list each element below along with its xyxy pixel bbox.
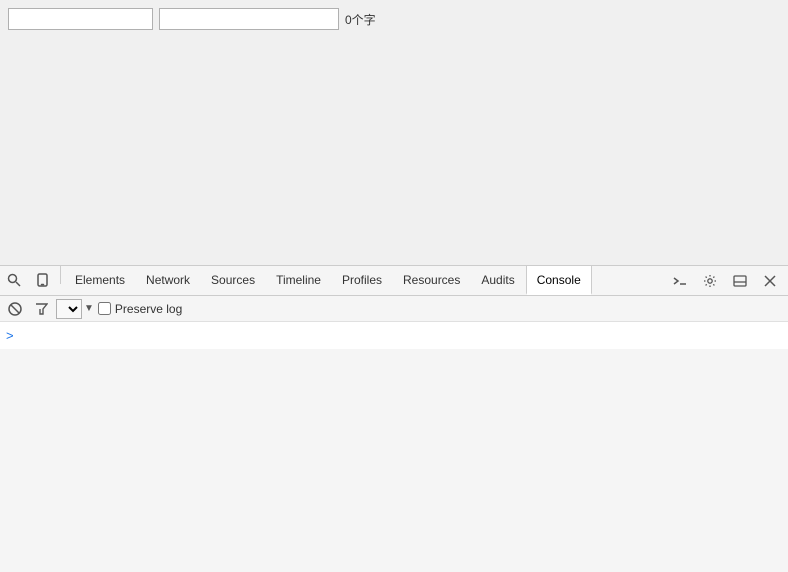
- second-input[interactable]: [159, 8, 339, 30]
- mobile-icon-button[interactable]: [28, 266, 56, 294]
- terminal-icon-button[interactable]: [666, 267, 694, 295]
- settings-icon-button[interactable]: [696, 267, 724, 295]
- devtools-right-icons: [666, 266, 788, 295]
- devtools-panel: Elements Network Sources Timeline Profil…: [0, 265, 788, 572]
- tab-separator: [60, 266, 61, 284]
- dock-icon-button[interactable]: [726, 267, 754, 295]
- tab-timeline[interactable]: Timeline: [266, 266, 332, 295]
- tab-elements[interactable]: Elements: [65, 266, 136, 295]
- preserve-log-wrapper: Preserve log: [98, 302, 182, 316]
- first-input[interactable]: [8, 8, 153, 30]
- tab-resources[interactable]: Resources: [393, 266, 471, 295]
- tab-sources[interactable]: Sources: [201, 266, 266, 295]
- close-icon-button[interactable]: [756, 267, 784, 295]
- preserve-log-checkbox[interactable]: [98, 302, 111, 315]
- top-inputs-row: 0个字: [8, 8, 780, 30]
- devtools-tabs: Elements Network Sources Timeline Profil…: [0, 266, 788, 296]
- tab-profiles[interactable]: Profiles: [332, 266, 393, 295]
- console-second-toolbar: ▼ Preserve log: [0, 296, 788, 322]
- console-prompt-line: >: [6, 326, 782, 345]
- filter-icon-button[interactable]: [30, 298, 52, 320]
- console-prompt-arrow: >: [6, 328, 14, 343]
- console-content: >: [0, 322, 788, 349]
- tab-audits[interactable]: Audits: [471, 266, 525, 295]
- block-icon-button[interactable]: [4, 298, 26, 320]
- char-count: 0个字: [345, 11, 376, 28]
- frame-select-wrapper: ▼: [56, 299, 94, 319]
- search-icon-button[interactable]: [0, 266, 28, 294]
- tab-network[interactable]: Network: [136, 266, 201, 295]
- frame-dropdown-arrow[interactable]: ▼: [84, 303, 94, 314]
- preserve-log-label[interactable]: Preserve log: [115, 302, 182, 316]
- main-content: 0个字: [0, 0, 788, 265]
- tab-console[interactable]: Console: [526, 266, 592, 295]
- frame-select[interactable]: [56, 299, 82, 319]
